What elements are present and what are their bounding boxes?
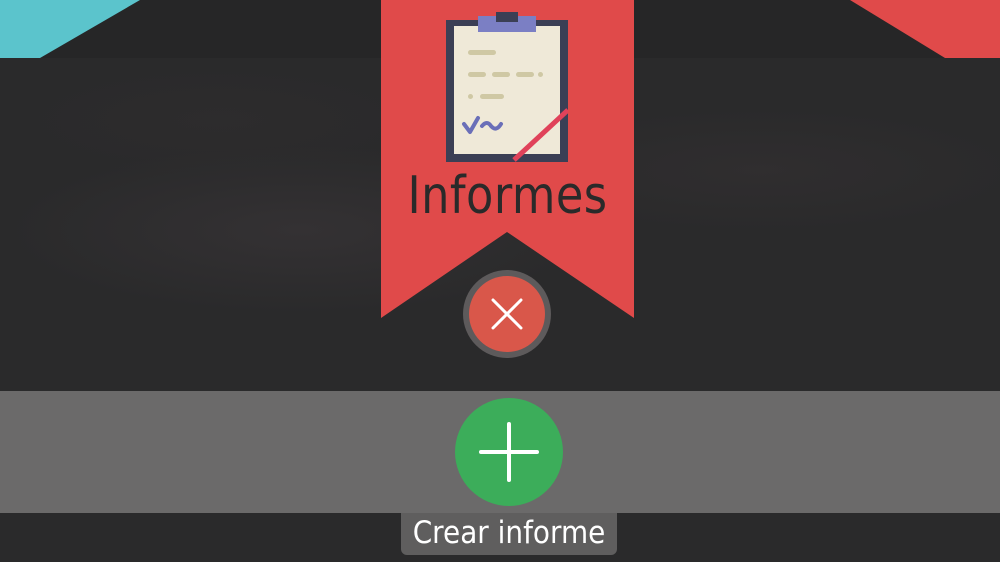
- close-button-face[interactable]: [469, 276, 545, 352]
- close-x-icon: [491, 298, 523, 330]
- teal-corner-decoration: [0, 0, 140, 58]
- clipboard-report-icon: [446, 12, 568, 162]
- page-title: Informes: [407, 166, 608, 226]
- create-report-button[interactable]: [455, 398, 563, 506]
- red-corner-decoration: [850, 0, 1000, 58]
- create-report-label-text: Crear informe: [412, 515, 606, 551]
- create-report-label[interactable]: Crear informe: [401, 513, 617, 555]
- plus-icon: [479, 422, 539, 482]
- close-button[interactable]: [463, 270, 551, 358]
